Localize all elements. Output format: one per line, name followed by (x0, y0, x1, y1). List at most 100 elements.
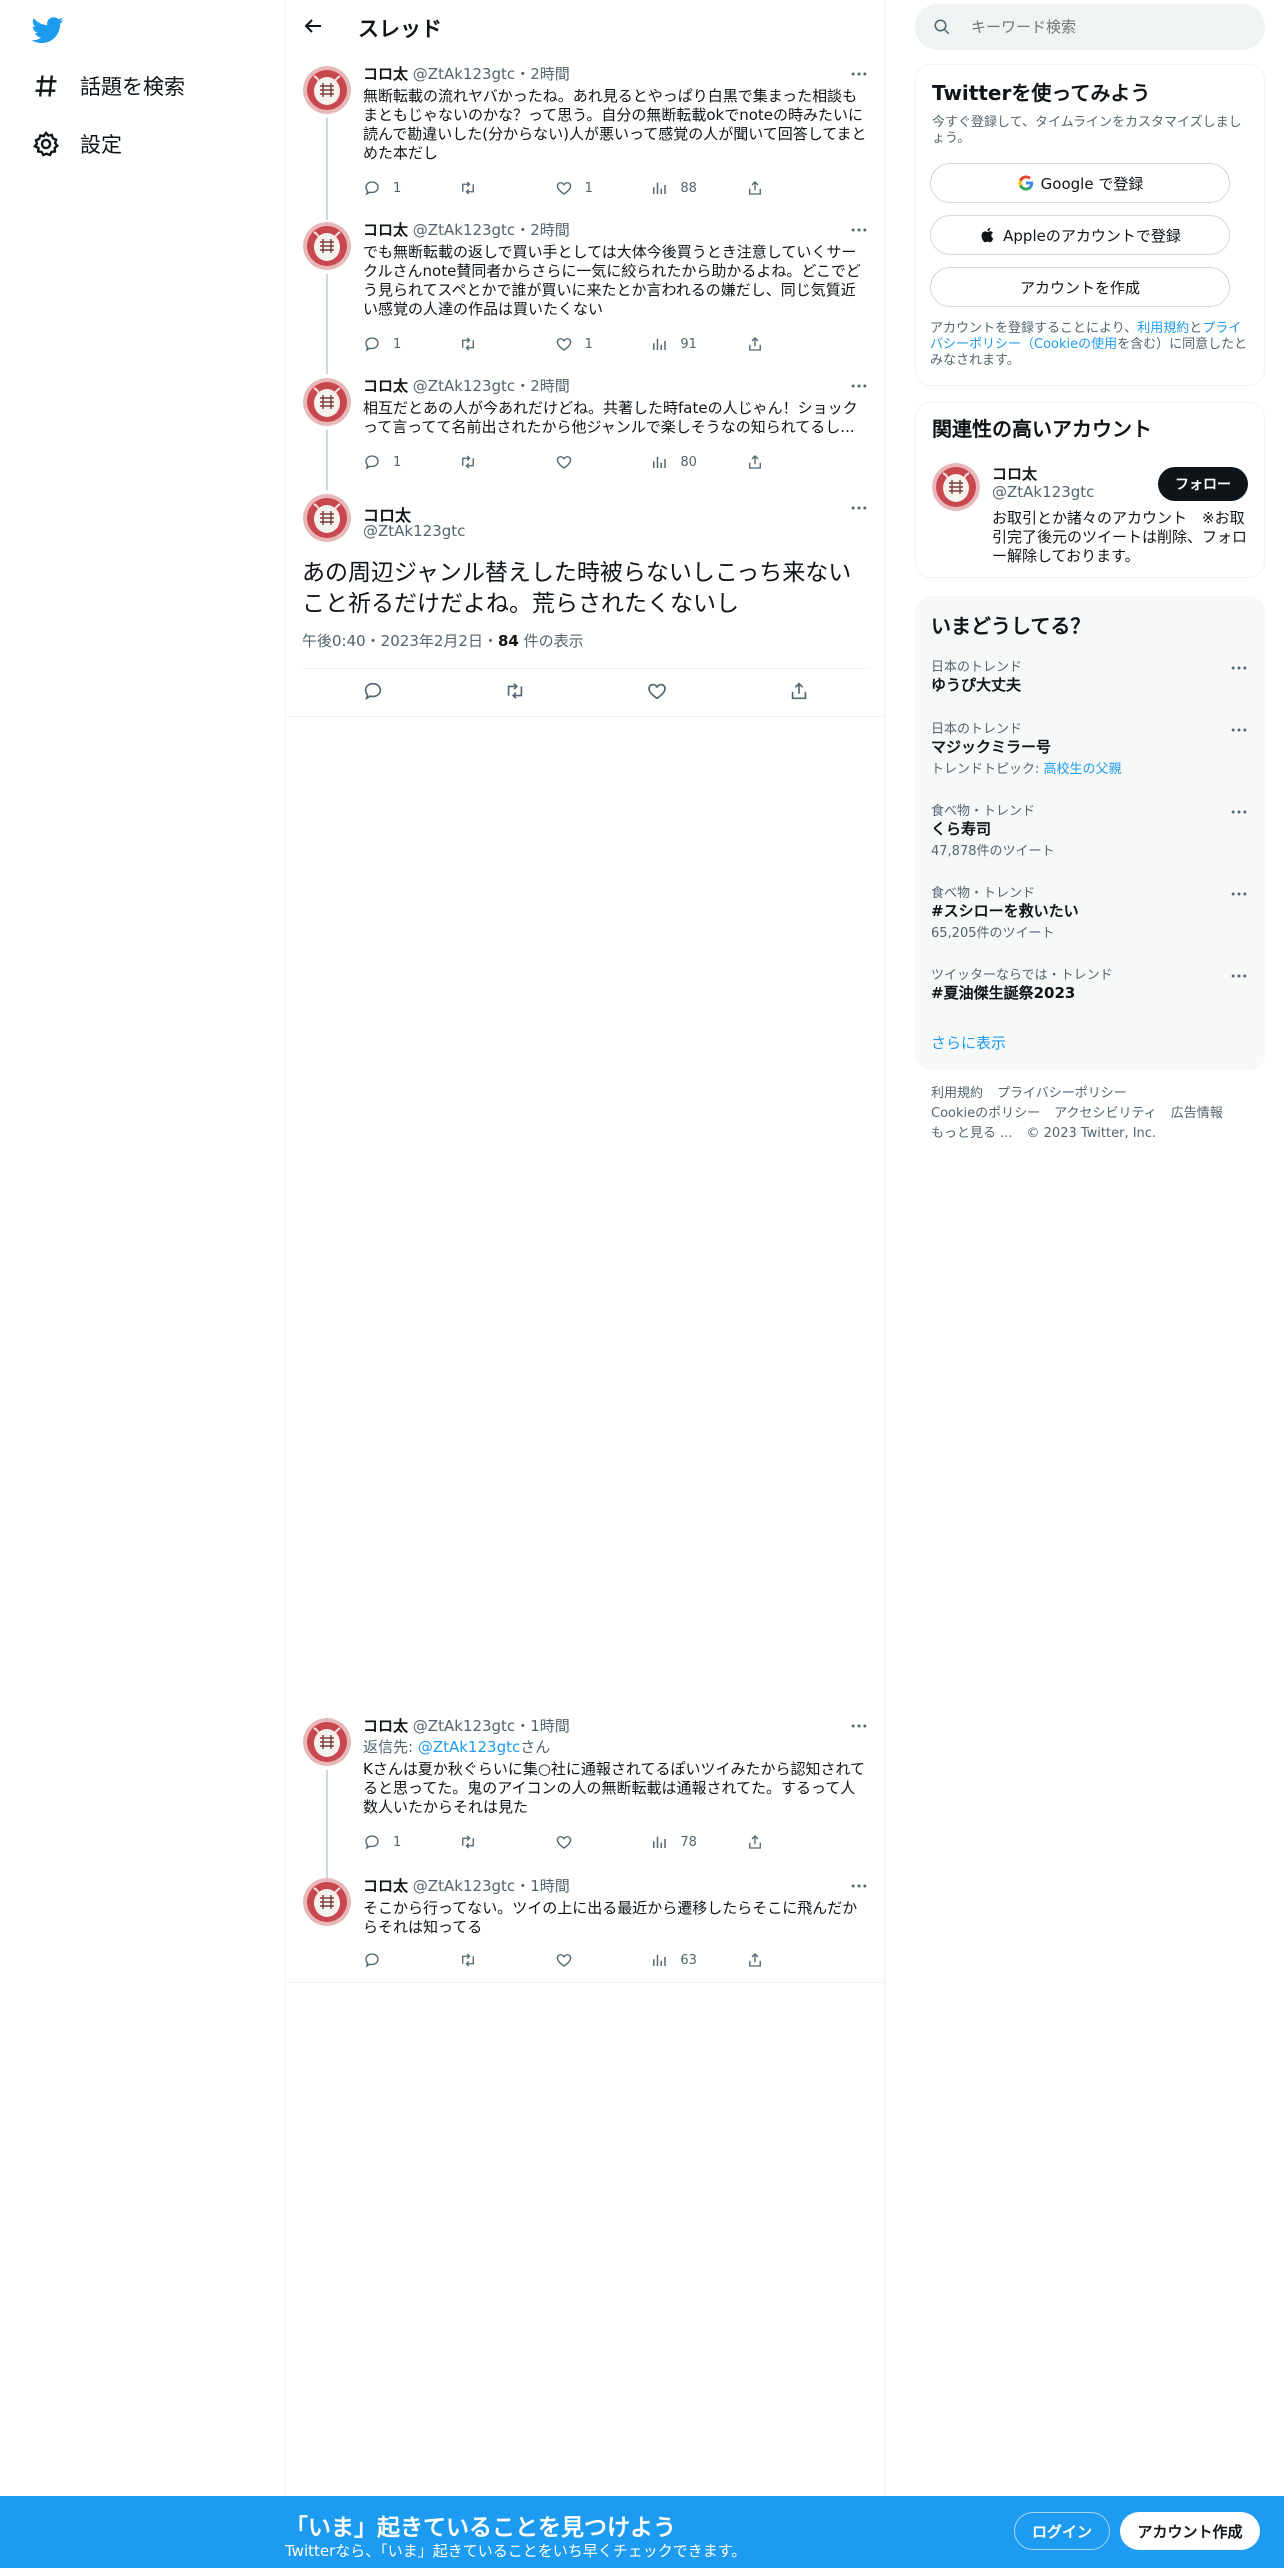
google-signup-button[interactable]: Google で登録 (930, 163, 1230, 203)
avatar[interactable] (932, 463, 980, 511)
like-button[interactable]: 1 (555, 178, 651, 198)
avatar[interactable] (303, 66, 351, 114)
like-button[interactable] (555, 1950, 651, 1970)
share-icon[interactable] (788, 680, 810, 702)
more-icon[interactable] (1229, 802, 1249, 822)
like-icon[interactable] (646, 680, 668, 702)
views-button[interactable]: 91 (650, 334, 746, 354)
like-button[interactable] (555, 452, 651, 472)
views-button[interactable]: 80 (650, 452, 746, 472)
author-name[interactable]: コロ太 (363, 221, 408, 239)
avatar[interactable] (303, 378, 351, 426)
nav-explore[interactable]: 話題を検索 (32, 66, 185, 106)
views-button[interactable]: 78 (650, 1832, 746, 1852)
tweet-date[interactable]: 午後0:40・2023年2月2日・ (302, 632, 498, 650)
footer-ads-link[interactable]: 広告情報 (1171, 1106, 1223, 1121)
avatar[interactable] (303, 222, 351, 270)
retweet-button[interactable] (459, 1832, 555, 1852)
footer-cookie-link[interactable]: Cookieのポリシー (931, 1106, 1040, 1121)
author-handle[interactable]: @ZtAk123gtc (413, 65, 515, 83)
more-icon[interactable] (849, 498, 869, 518)
terms-link[interactable]: 利用規約 (1137, 321, 1189, 336)
footer-terms-link[interactable]: 利用規約 (931, 1086, 983, 1101)
author-handle[interactable]: @ZtAk123gtc (413, 377, 515, 395)
avatar[interactable] (303, 1718, 351, 1766)
trend-item[interactable]: 食べ物・トレンド くら寿司 47,878件のツイート (915, 800, 1265, 880)
account-handle[interactable]: @ZtAk123gtc (992, 483, 1094, 501)
login-button[interactable]: ログイン (1014, 2512, 1110, 2550)
reply-button[interactable]: 1 (363, 1832, 459, 1852)
tweet-time[interactable]: 2時間 (530, 65, 570, 83)
author-handle[interactable]: @ZtAk123gtc (363, 522, 465, 540)
footer-accessibility-link[interactable]: アクセシビリティ (1054, 1106, 1157, 1121)
share-button[interactable] (746, 1950, 783, 1970)
back-arrow-icon[interactable] (301, 14, 325, 38)
share-button[interactable] (746, 452, 783, 472)
more-icon[interactable] (1229, 720, 1249, 740)
search-input[interactable] (971, 14, 1241, 40)
more-icon[interactable] (1229, 884, 1249, 904)
reply-tweet[interactable]: コロ太 @ZtAk123gtc・2時間 無断転載の流れヤバかったね。あれ見るとや… (286, 60, 886, 220)
signup-button[interactable]: アカウント作成 (1120, 2512, 1260, 2550)
retweet-button[interactable] (459, 1950, 555, 1970)
share-button[interactable] (746, 1832, 783, 1852)
author-handle[interactable]: @ZtAk123gtc (413, 221, 515, 239)
account-name[interactable]: コロ太 (992, 463, 1037, 484)
show-more-link[interactable]: さらに表示 (931, 1032, 1006, 1053)
views-button[interactable]: 88 (650, 178, 746, 198)
divider (286, 1982, 886, 1983)
reply-button[interactable] (363, 1950, 459, 1970)
like-button[interactable]: 1 (555, 334, 651, 354)
more-icon[interactable] (1229, 658, 1249, 678)
tweet-time[interactable]: 2時間 (530, 221, 570, 239)
retweet-icon (459, 335, 477, 353)
more-icon[interactable] (1229, 966, 1249, 986)
reply-tweet[interactable]: コロ太 @ZtAk123gtc・2時間 でも無断転載の返しで買い手としては大体今… (286, 218, 886, 374)
footer-privacy-link[interactable]: プライバシーポリシー (997, 1086, 1127, 1101)
reply-tweet[interactable]: コロ太 @ZtAk123gtc・2時間 相互だとあの人が今あれだけどね。共著した… (286, 376, 886, 490)
retweet-button[interactable] (459, 452, 555, 472)
tweet-time[interactable]: 1時間 (530, 1877, 570, 1895)
views-icon (650, 335, 668, 353)
trend-item[interactable]: 日本のトレンド マジックミラー号 トレンドトピック: 高校生の父親 (915, 718, 1265, 798)
footer-more-link[interactable]: もっと見る ... (931, 1126, 1013, 1141)
tweet-time[interactable]: 2時間 (530, 377, 570, 395)
like-button[interactable] (555, 1832, 651, 1852)
retweet-button[interactable] (459, 178, 555, 198)
author-handle[interactable]: @ZtAk123gtc (413, 1877, 515, 1895)
search-bar[interactable] (915, 4, 1265, 50)
share-button[interactable] (746, 178, 783, 198)
views-button[interactable]: 63 (650, 1950, 746, 1970)
share-button[interactable] (746, 334, 783, 354)
author-name[interactable]: コロ太 (363, 65, 408, 83)
avatar[interactable] (303, 1878, 351, 1926)
reply-icon[interactable] (362, 680, 384, 702)
tweet-time[interactable]: 1時間 (530, 1717, 570, 1735)
apple-signup-button[interactable]: Appleのアカウントで登録 (930, 215, 1230, 255)
twitter-logo-icon[interactable] (32, 14, 64, 46)
reply-button[interactable]: 1 (363, 452, 459, 472)
retweet-icon[interactable] (504, 680, 526, 702)
trend-item[interactable]: 食べ物・トレンド #スシローを救いたい 65,205件のツイート (915, 882, 1265, 962)
nav-settings[interactable]: 設定 (32, 124, 122, 164)
reply-tweet[interactable]: コロ太 @ZtAk123gtc・1時間 返信先: @ZtAk123gtcさん K… (286, 1716, 886, 1882)
follow-button[interactable]: フォロー (1158, 467, 1248, 501)
account-bio: お取引とか諸々のアカウント ※お取引完了後元のツイートは削除、フォロー解除してお… (992, 509, 1248, 565)
trend-topic-link[interactable]: 高校生の父親 (1044, 762, 1122, 777)
reply-tweet[interactable]: コロ太 @ZtAk123gtc・1時間 そこから行ってない。ツイの上に出る最近か… (286, 1876, 886, 1976)
share-icon (746, 1951, 764, 1969)
signup-terms: アカウントを登録することにより、利用規約とプライバシーポリシー（Cookieの使… (930, 321, 1250, 369)
share-icon (746, 453, 764, 471)
reply-to-link[interactable]: @ZtAk123gtc (418, 1738, 520, 1756)
author-name[interactable]: コロ太 (363, 377, 408, 395)
reply-button[interactable]: 1 (363, 334, 459, 354)
author-name[interactable]: コロ太 (363, 1877, 408, 1895)
retweet-button[interactable] (459, 334, 555, 354)
author-handle[interactable]: @ZtAk123gtc (413, 1717, 515, 1735)
reply-button[interactable]: 1 (363, 178, 459, 198)
avatar[interactable] (303, 494, 351, 542)
author-name[interactable]: コロ太 (363, 1717, 408, 1735)
tweet-text: 無断転載の流れヤバかったね。あれ見るとやっぱり白黒で集まった相談もまともじゃない… (363, 87, 867, 162)
trend-name: #スシローを救いたい (931, 902, 1079, 920)
create-account-button[interactable]: アカウントを作成 (930, 267, 1230, 307)
